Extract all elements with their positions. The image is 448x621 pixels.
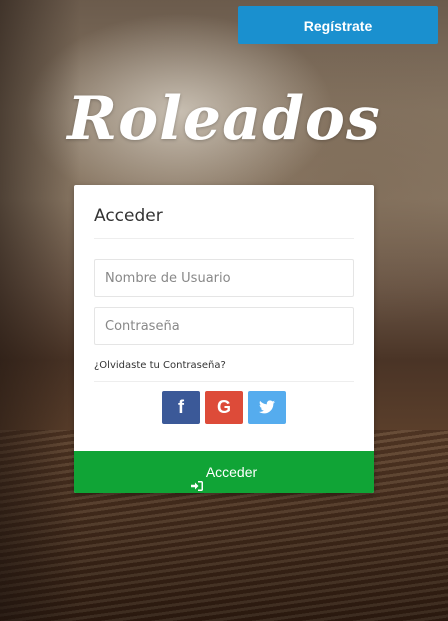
twitter-login-button[interactable] bbox=[248, 391, 286, 424]
social-divider bbox=[94, 381, 354, 382]
google-login-button[interactable]: G bbox=[205, 391, 243, 424]
twitter-icon bbox=[259, 397, 275, 417]
password-input[interactable] bbox=[94, 307, 354, 345]
login-card: Acceder ¿Olvidaste tu Contraseña? f G Ac… bbox=[74, 185, 374, 493]
forgot-password-link[interactable]: ¿Olvidaste tu Contraseña? bbox=[94, 360, 226, 371]
login-title: Acceder bbox=[94, 206, 163, 226]
sign-in-icon bbox=[190, 466, 203, 491]
title-divider bbox=[94, 238, 354, 239]
login-submit-button[interactable]: Acceder bbox=[74, 451, 374, 493]
brand-logo: Roleados bbox=[67, 84, 381, 154]
username-input[interactable] bbox=[94, 259, 354, 297]
login-submit-label: Acceder bbox=[205, 464, 258, 480]
facebook-icon: f bbox=[178, 397, 184, 417]
register-button[interactable]: Regístrate bbox=[238, 6, 438, 44]
facebook-login-button[interactable]: f bbox=[162, 391, 200, 424]
google-icon: G bbox=[216, 397, 231, 417]
